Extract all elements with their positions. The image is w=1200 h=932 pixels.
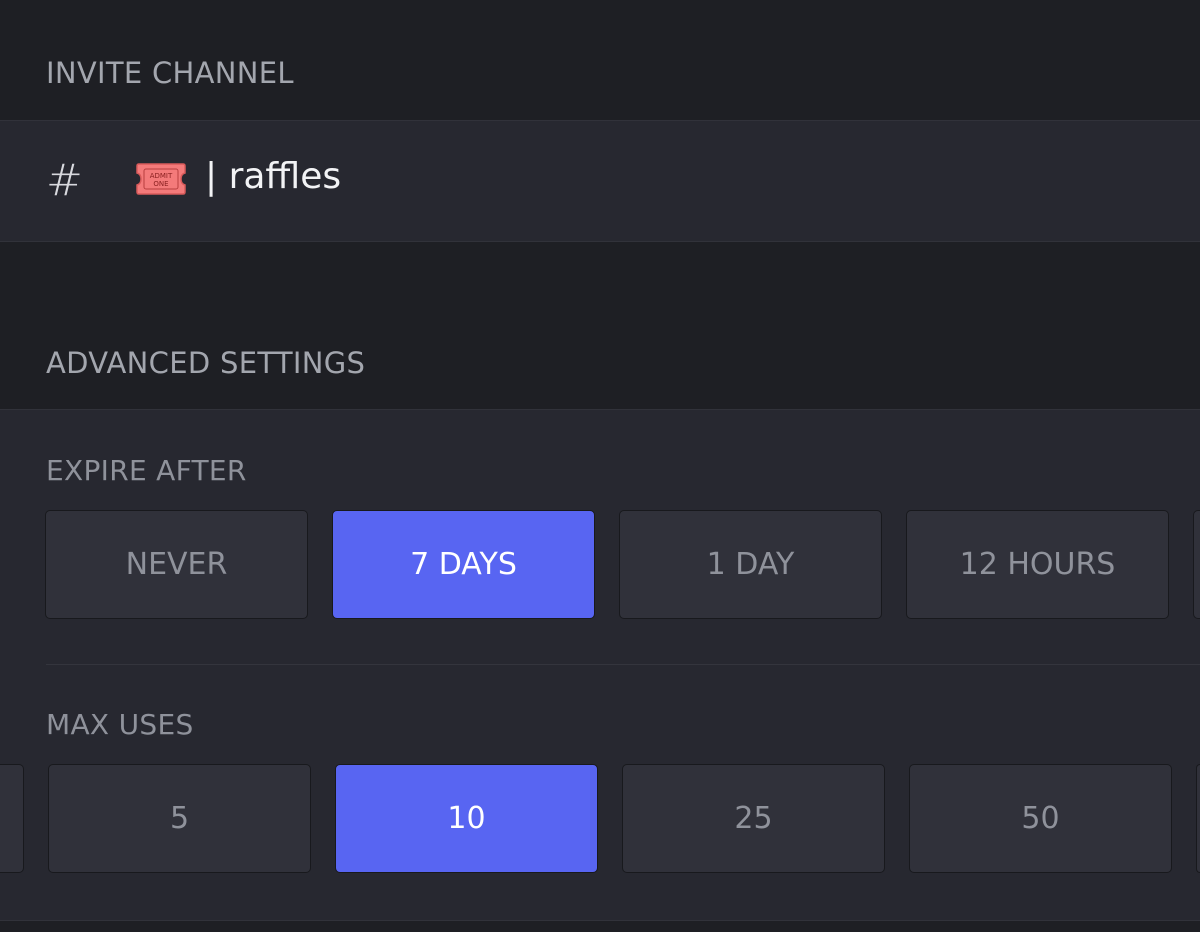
channel-name: | raffles [205,156,342,197]
max-uses-option-10[interactable]: 10 [335,764,598,873]
ticket-text-top: ADMIT [150,172,173,180]
advanced-settings-header: ADVANCED SETTINGS [46,346,366,380]
max-uses-option-50[interactable]: 50 [909,764,1172,873]
invite-channel-header: INVITE CHANNEL [46,56,294,90]
max-uses-option-overflow-right[interactable] [1196,764,1200,873]
expire-option-overflow[interactable] [1193,510,1200,619]
expire-option-7-days[interactable]: 7 DAYS [332,510,595,619]
hash-icon: # [46,155,83,206]
expire-option-12-hours[interactable]: 12 HOURS [906,510,1169,619]
max-uses-label: MAX USES [46,708,194,741]
expire-option-1-day[interactable]: 1 DAY [619,510,882,619]
max-uses-option-overflow-left[interactable] [0,764,24,873]
invite-channel-selector[interactable]: # ADMIT ONE | raffles [0,120,1200,242]
ticket-text-bottom: ONE [153,180,168,188]
expire-after-label: EXPIRE AFTER [46,454,247,487]
max-uses-option-5[interactable]: 5 [48,764,311,873]
expire-option-never[interactable]: NEVER [45,510,308,619]
max-uses-option-25[interactable]: 25 [622,764,885,873]
admit-one-ticket-icon: ADMIT ONE [136,163,186,195]
advanced-settings-panel: EXPIRE AFTER NEVER 7 DAYS 1 DAY 12 HOURS… [0,409,1200,921]
section-divider [46,664,1200,665]
invite-settings-page: INVITE CHANNEL # ADMIT ONE | raffles ADV… [0,0,1200,932]
